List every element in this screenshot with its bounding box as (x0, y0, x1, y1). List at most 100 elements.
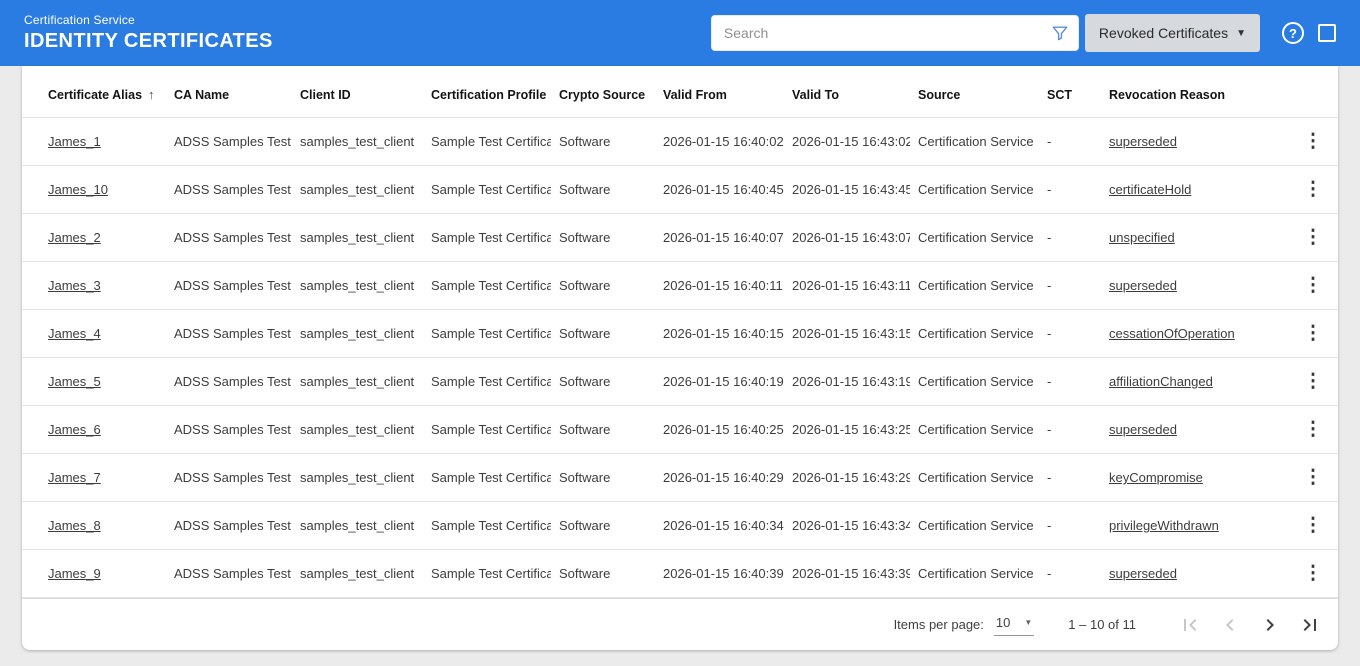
page-size-select[interactable]: 10 ▼ (993, 613, 1035, 636)
kebab-menu-icon[interactable]: ⋮ (1304, 467, 1323, 488)
valid-from-cell: 2026-01-15 16:40:11 (655, 261, 784, 310)
source-cell: Certification Service (910, 165, 1039, 214)
certification-profile-cell: Sample Test Certifica... (423, 117, 551, 166)
status-filter-label: Revoked Certificates (1098, 25, 1229, 41)
kebab-menu-icon[interactable]: ⋮ (1304, 419, 1323, 440)
certificate-alias-cell: James_5 (22, 357, 166, 406)
certification-profile-cell: Sample Test Certifica... (423, 261, 551, 310)
column-header-valid-from[interactable]: Valid From (655, 66, 784, 118)
table-row: James_3 ADSS Samples Test CA samples_tes… (22, 261, 1338, 310)
revocation-reason-cell: unspecified (1101, 213, 1294, 262)
help-icon[interactable]: ? (1282, 22, 1304, 44)
sort-ascending-icon: ↑ (148, 87, 155, 102)
column-header-source[interactable]: Source (910, 66, 1039, 118)
kebab-menu-icon[interactable]: ⋮ (1304, 323, 1323, 344)
table-row: James_4 ADSS Samples Test CA samples_tes… (22, 309, 1338, 358)
client-id-cell: samples_test_client (292, 165, 423, 214)
source-cell: Certification Service (910, 453, 1039, 502)
first-page-button[interactable] (1178, 613, 1202, 637)
kebab-menu-icon[interactable]: ⋮ (1304, 227, 1323, 248)
table-body: James_1 ADSS Samples Test CA samples_tes… (22, 117, 1338, 598)
actions-cell: ⋮ (1294, 261, 1338, 310)
actions-cell: ⋮ (1294, 405, 1338, 454)
valid-from-cell: 2026-01-15 16:40:25 (655, 405, 784, 454)
valid-to-cell: 2026-01-15 16:43:11 (784, 261, 910, 310)
certificate-alias-link[interactable]: James_5 (48, 374, 101, 389)
filter-funnel-icon[interactable] (1050, 23, 1070, 43)
column-header-crypto-source[interactable]: Crypto Source (551, 66, 655, 118)
revocation-reason-cell: superseded (1101, 117, 1294, 166)
column-header-client-id[interactable]: Client ID (292, 66, 423, 118)
revocation-reason-link[interactable]: superseded (1109, 134, 1177, 149)
revocation-reason-link[interactable]: superseded (1109, 566, 1177, 581)
search-input[interactable] (710, 15, 1079, 51)
certificate-status-dropdown[interactable]: Revoked Certificates ▼ (1084, 14, 1260, 52)
column-label: Certificate Alias (48, 88, 143, 102)
ca-name-cell: ADSS Samples Test CA (166, 357, 292, 406)
kebab-menu-icon[interactable]: ⋮ (1304, 179, 1323, 200)
revocation-reason-link[interactable]: unspecified (1109, 230, 1175, 245)
certification-profile-cell: Sample Test Certifica... (423, 357, 551, 406)
kebab-menu-icon[interactable]: ⋮ (1304, 515, 1323, 536)
kebab-menu-icon[interactable]: ⋮ (1304, 275, 1323, 296)
certificate-alias-cell: James_1 (22, 117, 166, 166)
certificates-table: Certificate Alias ↑ CA Name Client ID Cer… (22, 66, 1338, 598)
crypto-source-cell: Software (551, 405, 655, 454)
column-header-valid-to[interactable]: Valid To (784, 66, 910, 118)
certificate-alias-cell: James_4 (22, 309, 166, 358)
actions-cell: ⋮ (1294, 117, 1338, 166)
last-page-button[interactable] (1298, 613, 1322, 637)
actions-cell: ⋮ (1294, 549, 1338, 598)
kebab-menu-icon[interactable]: ⋮ (1304, 371, 1323, 392)
sct-cell: - (1039, 117, 1101, 166)
valid-from-cell: 2026-01-15 16:40:34 (655, 501, 784, 550)
certificate-alias-link[interactable]: James_7 (48, 470, 101, 485)
ca-name-cell: ADSS Samples Test CA (166, 213, 292, 262)
column-header-ca-name[interactable]: CA Name (166, 66, 292, 118)
sct-cell: - (1039, 357, 1101, 406)
client-id-cell: samples_test_client (292, 501, 423, 550)
revocation-reason-link[interactable]: privilegeWithdrawn (1109, 518, 1219, 533)
revocation-reason-link[interactable]: cessationOfOperation (1109, 326, 1235, 341)
column-header-certificate-alias[interactable]: Certificate Alias ↑ (22, 66, 166, 118)
certificate-alias-link[interactable]: James_3 (48, 278, 101, 293)
client-id-cell: samples_test_client (292, 405, 423, 454)
client-id-cell: samples_test_client (292, 309, 423, 358)
certificate-alias-link[interactable]: James_10 (48, 182, 108, 197)
revocation-reason-cell: certificateHold (1101, 165, 1294, 214)
valid-to-cell: 2026-01-15 16:43:07 (784, 213, 910, 262)
revocation-reason-cell: superseded (1101, 549, 1294, 598)
actions-cell: ⋮ (1294, 165, 1338, 214)
column-header-sct[interactable]: SCT (1039, 66, 1101, 118)
revocation-reason-link[interactable]: keyCompromise (1109, 470, 1203, 485)
valid-to-cell: 2026-01-15 16:43:39 (784, 549, 910, 598)
pagination-bar: Items per page: 10 ▼ 1 – 10 of 11 (22, 598, 1338, 650)
chevron-down-icon: ▼ (1236, 27, 1246, 39)
certificate-alias-link[interactable]: James_2 (48, 230, 101, 245)
valid-from-cell: 2026-01-15 16:40:15 (655, 309, 784, 358)
certification-profile-cell: Sample Test Certifica... (423, 501, 551, 550)
next-page-button[interactable] (1258, 613, 1282, 637)
sct-cell: - (1039, 261, 1101, 310)
window-square-icon[interactable] (1318, 24, 1336, 42)
revocation-reason-link[interactable]: affiliationChanged (1109, 374, 1213, 389)
certificate-alias-link[interactable]: James_4 (48, 326, 101, 341)
certificates-card: Certificate Alias ↑ CA Name Client ID Cer… (22, 66, 1338, 650)
client-id-cell: samples_test_client (292, 549, 423, 598)
valid-from-cell: 2026-01-15 16:40:45 (655, 165, 784, 214)
kebab-menu-icon[interactable]: ⋮ (1304, 563, 1323, 584)
revocation-reason-link[interactable]: superseded (1109, 422, 1177, 437)
ca-name-cell: ADSS Samples Test CA (166, 117, 292, 166)
certificate-alias-link[interactable]: James_8 (48, 518, 101, 533)
column-header-revocation-reason[interactable]: Revocation Reason (1101, 66, 1294, 118)
certificate-alias-link[interactable]: James_1 (48, 134, 101, 149)
certificate-alias-link[interactable]: James_6 (48, 422, 101, 437)
kebab-menu-icon[interactable]: ⋮ (1304, 131, 1323, 152)
previous-page-button[interactable] (1218, 613, 1242, 637)
certificate-alias-link[interactable]: James_9 (48, 566, 101, 581)
revocation-reason-link[interactable]: certificateHold (1109, 182, 1191, 197)
sct-cell: - (1039, 165, 1101, 214)
revocation-reason-link[interactable]: superseded (1109, 278, 1177, 293)
ca-name-cell: ADSS Samples Test CA (166, 165, 292, 214)
column-header-certification-profile[interactable]: Certification Profile (423, 66, 551, 118)
